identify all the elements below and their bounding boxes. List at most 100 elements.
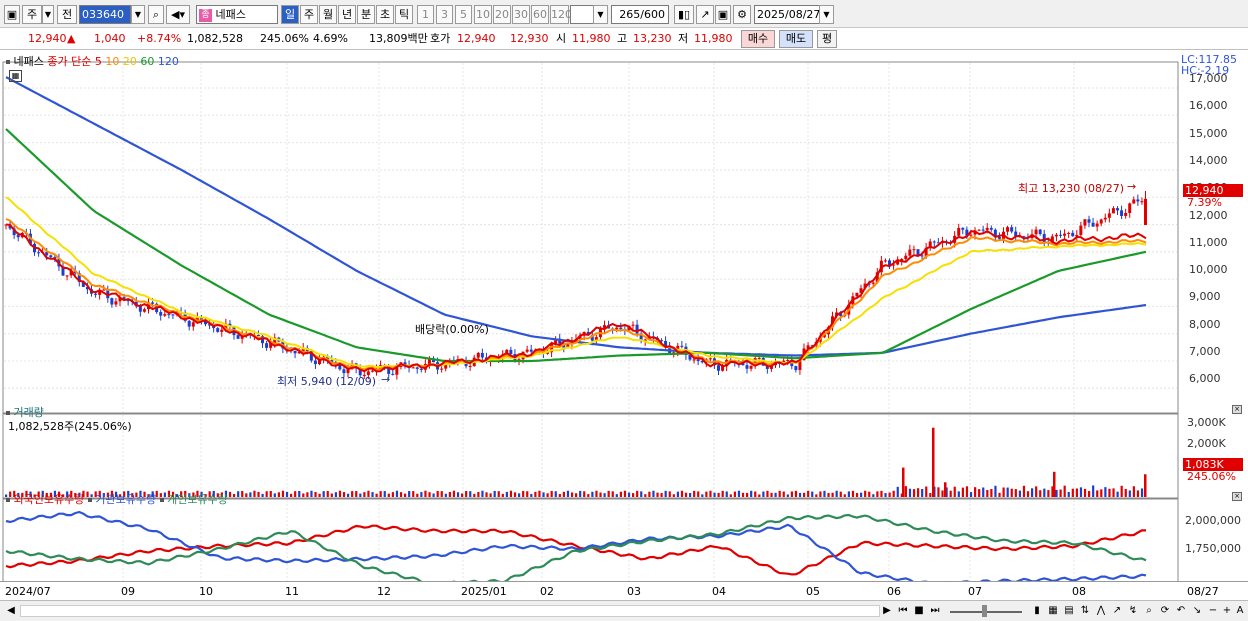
stock-code-input[interactable]: 033640: [79, 5, 131, 24]
volume-bar: [697, 491, 700, 497]
legend-marker-icon: [6, 60, 10, 64]
ma-20: 20: [122, 55, 137, 68]
volume-bar: [1079, 487, 1083, 497]
drawing-tool-icon[interactable]: ↗: [696, 5, 714, 24]
trend-icon[interactable]: ↗: [1110, 603, 1124, 619]
volume-bar: [591, 491, 594, 497]
volume-bar: [803, 492, 806, 497]
search-magnify-icon[interactable]: ⌕: [1142, 603, 1156, 619]
chart-panels[interactable]: [0, 51, 1248, 601]
interval-button-6[interactable]: 60: [531, 5, 549, 24]
font-size-icon[interactable]: A: [1233, 603, 1247, 619]
save-icon[interactable]: ▣: [715, 5, 731, 24]
chart-type-icon[interactable]: ▮: [1030, 603, 1044, 619]
interval-button-3[interactable]: 10: [474, 5, 492, 24]
market-select[interactable]: 주: [22, 5, 42, 24]
candle-body: [1067, 232, 1071, 234]
interval-button-5[interactable]: 30: [512, 5, 530, 24]
volume-bar: [1108, 488, 1111, 497]
speaker-icon[interactable]: ◀▾: [166, 5, 190, 24]
scroll-right-icon[interactable]: ▶: [880, 603, 894, 619]
bar-count-field[interactable]: 265/600: [611, 5, 669, 24]
chart-scrollbar[interactable]: ◀ ▶ ⏮ ■ ⏭ ▮ ▦ ▤ ⇅ ⋀ ↗ ↯ ⌕ ⟳ ↶ ↘ − + A: [0, 600, 1248, 621]
date-dropdown-icon[interactable]: ▼: [819, 5, 834, 24]
gear-icon[interactable]: ⚙: [733, 5, 751, 24]
arrow-icon[interactable]: ↘: [1190, 603, 1204, 619]
legend-marker-icon: [87, 498, 92, 502]
scroll-left-icon[interactable]: ◀: [4, 603, 18, 619]
volume-bar: [957, 491, 960, 497]
volume-bar: [558, 494, 561, 497]
period-button-0[interactable]: 일: [281, 5, 299, 24]
stop-icon[interactable]: ■: [912, 603, 926, 619]
candle-body: [631, 324, 635, 326]
scroll-track[interactable]: [20, 605, 880, 617]
candle-body: [1107, 213, 1111, 218]
table-view-icon[interactable]: ▦: [9, 70, 22, 82]
eval-button[interactable]: 평: [817, 30, 837, 48]
candle-type-icon[interactable]: ▮▯: [674, 5, 694, 24]
volume-bar: [774, 492, 777, 497]
pattern-icon[interactable]: ⋀: [1094, 603, 1108, 619]
holding-close-icon[interactable]: ×: [1232, 492, 1242, 501]
market-dropdown-icon[interactable]: ▼: [42, 5, 54, 24]
price-panel[interactable]: [2, 61, 1179, 414]
stock-code-dropdown-icon[interactable]: ▼: [131, 5, 145, 24]
candle-body: [216, 328, 220, 332]
period-button-4[interactable]: 분: [357, 5, 375, 24]
volume-bar: [1071, 488, 1074, 497]
zoom-slider-handle[interactable]: [982, 605, 987, 617]
volume-y-tick: 2,000K: [1187, 437, 1226, 450]
volume-bar: [701, 494, 704, 497]
period-button-2[interactable]: 월: [319, 5, 337, 24]
zoom-in-icon[interactable]: +: [1220, 603, 1234, 619]
sell-button[interactable]: 매도: [779, 30, 813, 48]
volume-panel[interactable]: [2, 413, 1179, 499]
candle-body: [220, 329, 224, 332]
interval-button-4[interactable]: 20: [493, 5, 511, 24]
volume-bar: [269, 490, 272, 497]
grid-icon[interactable]: ▦: [1046, 603, 1060, 619]
period-button-5[interactable]: 초: [376, 5, 394, 24]
volume-bar: [310, 490, 313, 497]
volume-bar: [359, 493, 362, 497]
period-button-3[interactable]: 년: [338, 5, 356, 24]
volume-bar: [245, 493, 248, 497]
volume-bar: [770, 492, 773, 497]
zoom-out-icon[interactable]: −: [1206, 603, 1220, 619]
interval-button-2[interactable]: 5: [455, 5, 472, 24]
price-y-tick: 10,000: [1189, 263, 1228, 277]
volume-bar: [379, 491, 382, 497]
last-page-icon[interactable]: ⏭: [928, 603, 942, 619]
period-button-6[interactable]: 틱: [395, 5, 413, 24]
volume-bar: [261, 493, 264, 497]
stock-name-field[interactable]: 종 네패스: [196, 5, 278, 24]
volume-bar: [530, 493, 533, 497]
compare-icon[interactable]: ⇅: [1078, 603, 1092, 619]
bid-price: 12,930: [510, 32, 549, 45]
holding-panel[interactable]: [2, 498, 1179, 591]
window-icon[interactable]: ▣: [4, 5, 20, 24]
interval-button-7[interactable]: 120: [550, 5, 572, 24]
interval-button-0[interactable]: 1: [417, 5, 434, 24]
interval-dropdown-icon[interactable]: ▼: [593, 5, 608, 24]
volume-bar: [648, 491, 651, 497]
interval-button-1[interactable]: 3: [436, 5, 453, 24]
undo-icon[interactable]: ↶: [1174, 603, 1188, 619]
layout-icon[interactable]: ▤: [1062, 603, 1076, 619]
first-page-icon[interactable]: ⏮: [896, 603, 910, 619]
buy-button[interactable]: 매수: [741, 30, 775, 48]
search-icon[interactable]: ⌕: [148, 5, 164, 24]
volume-bar: [896, 486, 899, 497]
prev-button[interactable]: 전: [57, 5, 77, 24]
signal-icon[interactable]: ↯: [1126, 603, 1140, 619]
volume-bar: [672, 494, 675, 497]
volume-close-icon[interactable]: ×: [1232, 405, 1242, 414]
price-change-pct: +8.74%: [137, 32, 182, 45]
period-button-1[interactable]: 주: [300, 5, 318, 24]
volume-bar: [428, 492, 431, 497]
refresh-icon[interactable]: ⟳: [1158, 603, 1172, 619]
candle-body: [370, 370, 374, 372]
ma-10: 10: [105, 55, 120, 68]
bid-label: 호가: [430, 32, 451, 45]
